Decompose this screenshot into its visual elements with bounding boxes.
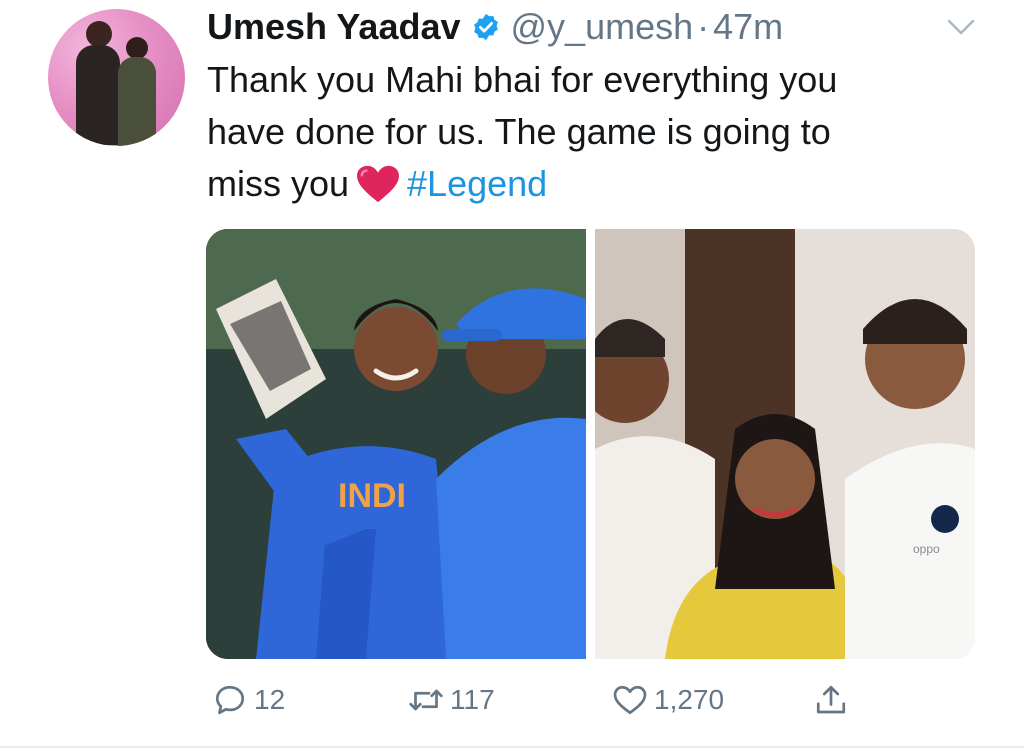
- tweet-timestamp[interactable]: 47m: [713, 6, 783, 48]
- hashtag-link[interactable]: #Legend: [407, 163, 547, 204]
- share-icon: [816, 685, 846, 714]
- cricket-celebration-image: INDI: [206, 229, 586, 659]
- author-name[interactable]: Umesh Yaadav: [207, 6, 461, 48]
- tweet-text-line: Thank you Mahi bhai for everything you: [207, 59, 838, 100]
- heart-outline-icon: [613, 685, 647, 715]
- tweet-text: Thank you Mahi bhai for everything you h…: [207, 54, 967, 210]
- author-avatar[interactable]: [48, 9, 185, 146]
- retweet-icon: [409, 689, 443, 711]
- reply-button[interactable]: 12: [212, 682, 285, 718]
- tweet-actions: 12 117 1,270: [0, 682, 1024, 722]
- author-handle[interactable]: @y_umesh: [511, 6, 694, 48]
- avatar-figure-2-body: [118, 57, 156, 146]
- chevron-down-icon[interactable]: [947, 18, 975, 36]
- reply-icon: [215, 685, 245, 715]
- header-separator: ·: [697, 6, 710, 47]
- avatar-figure-1: [86, 21, 112, 47]
- reply-count: 12: [254, 684, 286, 715]
- red-heart-emoji-icon: [357, 165, 399, 203]
- jersey-sponsor-text: oppo: [913, 542, 940, 556]
- avatar-figure-2: [126, 37, 148, 59]
- tweet-text-line: miss you #Legend: [207, 158, 967, 210]
- group-photo-image: oppo: [595, 229, 975, 659]
- media-photo-right[interactable]: oppo: [595, 229, 975, 659]
- tweet-text-line: have done for us. The game is going to: [207, 111, 831, 152]
- tweet-media: INDI oppo: [206, 229, 975, 659]
- tweet-header: Umesh Yaadav @y_umesh · 47m: [207, 2, 783, 52]
- like-count: 1,270: [654, 684, 725, 715]
- tweet-text-fragment: miss you: [207, 163, 350, 204]
- jersey-text: INDI: [338, 477, 406, 515]
- retweet-count: 117: [450, 684, 495, 715]
- share-button[interactable]: [813, 682, 849, 718]
- retweet-button[interactable]: 117: [408, 682, 495, 718]
- avatar-figure-1-body: [76, 45, 120, 145]
- media-photo-left[interactable]: INDI: [206, 229, 586, 659]
- like-button[interactable]: 1,270: [612, 682, 724, 718]
- verified-badge-icon: [473, 13, 498, 41]
